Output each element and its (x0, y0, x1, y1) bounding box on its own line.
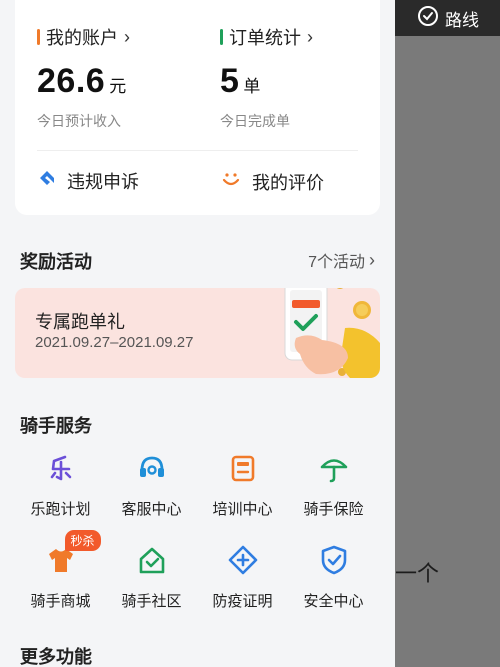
service-health-cert[interactable]: 防疫证明 (197, 544, 288, 611)
service-label: 安全中心 (303, 593, 364, 610)
service-label: 骑手社区 (121, 593, 182, 610)
account-label: 我的账户 (46, 28, 118, 48)
orders-value: 5 (220, 62, 240, 100)
account-value: 26.6 (37, 62, 106, 100)
service-label: 骑手保险 (303, 501, 364, 518)
account-marker (37, 29, 40, 45)
promo-title: 专属跑单礼 (35, 312, 125, 332)
route-icon (417, 5, 439, 32)
service-mall[interactable]: 秒杀 骑手商城 (15, 530, 106, 611)
training-icon (227, 452, 259, 484)
rewards-count: 7个活动 (308, 254, 365, 271)
shield-icon (318, 544, 350, 576)
my-reviews-label: 我的评价 (252, 172, 324, 193)
service-label: 培训中心 (212, 501, 273, 518)
headset-icon (136, 452, 168, 484)
orders-stat[interactable]: 订单统计 › 5 单 今日完成单 (220, 24, 313, 131)
smile-icon (220, 168, 242, 195)
promo-banner[interactable]: 专属跑单礼 2021.09.27–2021.09.27 (15, 288, 380, 378)
map-overlay[interactable]: 路线 一个 (395, 0, 500, 667)
service-label: 骑手商城 (30, 593, 91, 610)
orders-subtitle: 今日完成单 (220, 113, 290, 129)
my-reviews-link[interactable]: 我的评价 (220, 168, 324, 195)
umbrella-icon (318, 452, 350, 484)
rewards-more-link[interactable]: 7个活动 › (308, 248, 375, 272)
service-label: 防疫证明 (212, 593, 273, 610)
service-label: 乐跑计划 (30, 501, 91, 518)
account-stat[interactable]: 我的账户 › 26.6 元 今日预计收入 (37, 24, 130, 131)
promo-date: 2021.09.27–2021.09.27 (35, 334, 194, 351)
service-training[interactable]: 培训中心 (197, 452, 288, 519)
shirt-icon: 秒杀 (45, 530, 101, 576)
rewards-title: 奖励活动 (20, 252, 92, 272)
service-community[interactable]: 骑手社区 (106, 544, 197, 611)
services-title: 骑手服务 (20, 416, 92, 436)
phone-illustration-icon (284, 288, 380, 378)
card-divider (37, 150, 358, 151)
appeal-label: 违规申诉 (67, 172, 139, 192)
appeal-icon (37, 169, 57, 194)
account-card: 我的账户 › 26.6 元 今日预计收入 订单统计 › 5 单 今日完成单 违规… (15, 0, 380, 215)
account-unit: 元 (109, 77, 127, 96)
orders-label: 订单统计 (229, 28, 301, 48)
service-safety[interactable]: 安全中心 (288, 544, 379, 611)
service-label: 客服中心 (121, 501, 182, 518)
service-insurance[interactable]: 骑手保险 (288, 452, 379, 519)
lepao-icon (45, 452, 77, 484)
route-button[interactable]: 路线 (395, 0, 500, 36)
account-subtitle: 今日预计收入 (37, 113, 121, 129)
service-support[interactable]: 客服中心 (106, 452, 197, 519)
route-label: 路线 (445, 10, 479, 30)
more-features-title: 更多功能 (20, 647, 92, 667)
chevron-right-icon: › (307, 26, 313, 47)
appeal-link[interactable]: 违规申诉 (37, 168, 139, 194)
side-drawer: 我的账户 › 26.6 元 今日预计收入 订单统计 › 5 单 今日完成单 违规… (0, 0, 395, 667)
chevron-right-icon: › (369, 249, 375, 270)
service-lepao[interactable]: 乐跑计划 (15, 452, 106, 519)
home-icon (136, 544, 168, 576)
background-text: 一个 (395, 561, 440, 586)
chevron-right-icon: › (124, 26, 130, 47)
orders-unit: 单 (243, 77, 261, 96)
orders-marker (220, 29, 223, 45)
flash-sale-badge: 秒杀 (64, 530, 101, 551)
medical-icon (227, 544, 259, 576)
